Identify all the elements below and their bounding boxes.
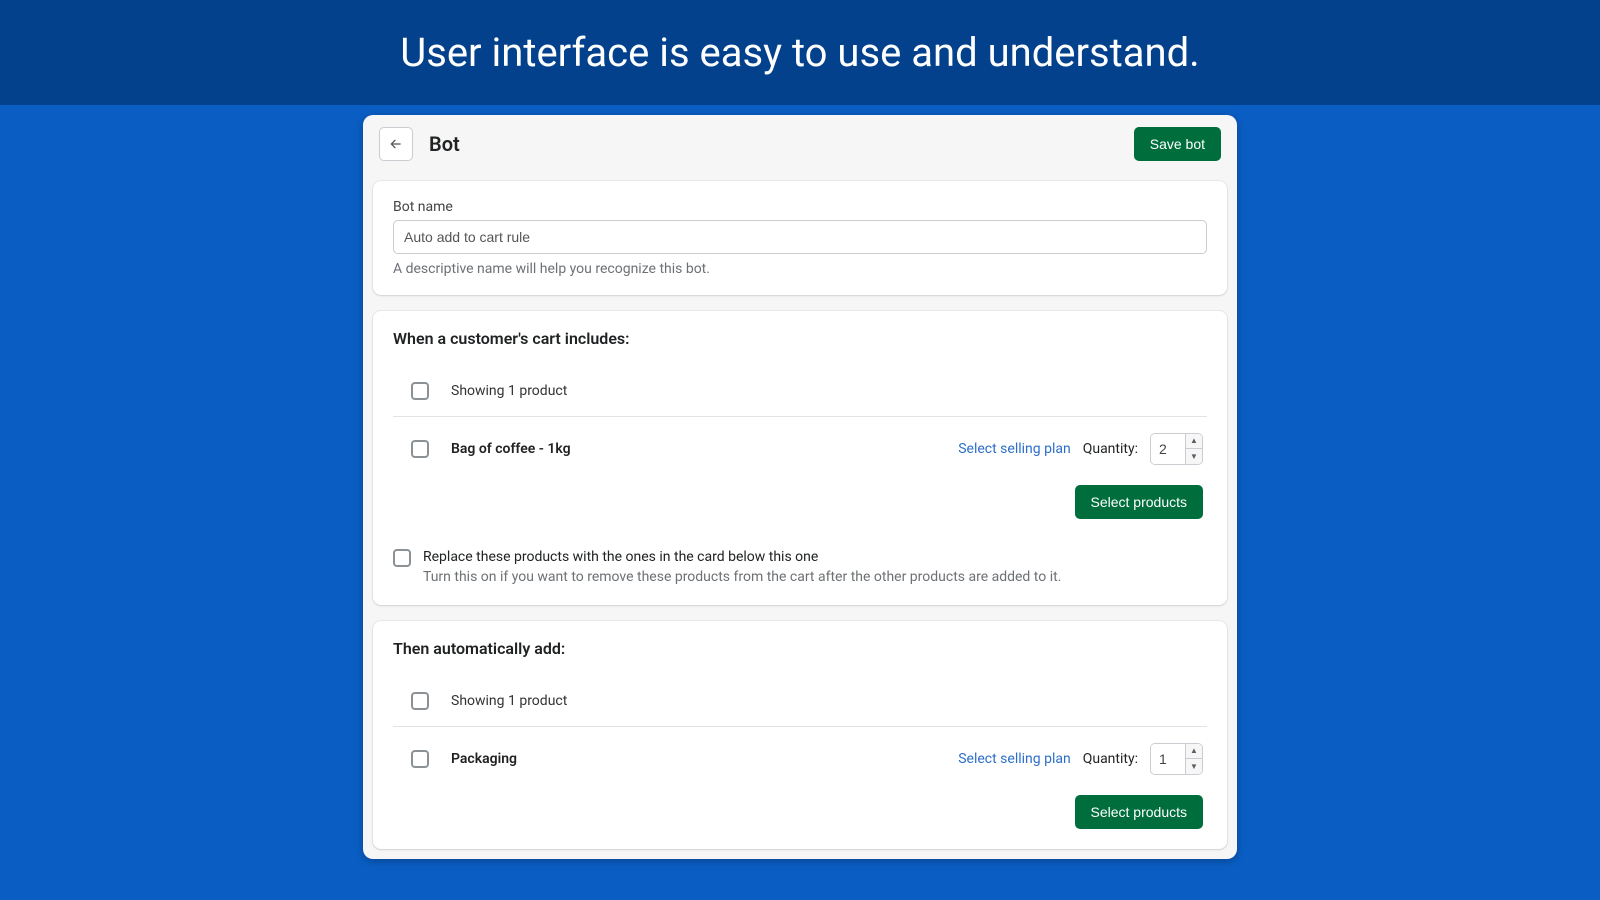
conditions-title: When a customer's cart includes: (393, 329, 1207, 348)
action-product-checkbox[interactable] (411, 750, 429, 768)
actions-summary: Showing 1 product (451, 693, 567, 709)
select-selling-plan-link[interactable]: Select selling plan (958, 441, 1071, 457)
action-quantity-stepper: ▲ ▼ (1150, 743, 1203, 775)
condition-product-row: Bag of coffee - 1kg Select selling plan … (393, 416, 1207, 481)
bot-name-label: Bot name (393, 199, 1207, 215)
quantity-down-button[interactable]: ▼ (1186, 449, 1202, 464)
select-all-checkbox[interactable] (411, 382, 429, 400)
quantity-label: Quantity: (1083, 441, 1138, 457)
replace-label: Replace these products with the ones in … (423, 549, 1061, 565)
action-quantity-down-button[interactable]: ▼ (1186, 759, 1202, 774)
replace-help: Turn this on if you want to remove these… (423, 569, 1061, 585)
promo-banner: User interface is easy to use and unders… (0, 0, 1600, 105)
product-checkbox[interactable] (411, 440, 429, 458)
select-all-actions-checkbox[interactable] (411, 692, 429, 710)
replace-option: Replace these products with the ones in … (373, 539, 1227, 605)
actions-summary-row: Showing 1 product (393, 676, 1207, 726)
arrow-left-icon (388, 136, 404, 152)
action-select-products-button[interactable]: Select products (1075, 795, 1204, 829)
actions-title: Then automatically add: (393, 639, 1207, 658)
select-products-button[interactable]: Select products (1075, 485, 1204, 519)
quantity-stepper: ▲ ▼ (1150, 433, 1203, 465)
bot-name-input[interactable] (393, 220, 1207, 254)
back-button[interactable] (379, 127, 413, 161)
action-quantity-input[interactable] (1151, 744, 1185, 774)
quantity-input[interactable] (1151, 434, 1185, 464)
page-title: Bot (429, 132, 460, 156)
action-product-name: Packaging (451, 751, 517, 767)
conditions-summary-row: Showing 1 product (393, 366, 1207, 416)
conditions-card: When a customer's cart includes: Showing… (373, 311, 1227, 605)
conditions-summary: Showing 1 product (451, 383, 567, 399)
action-select-selling-plan-link[interactable]: Select selling plan (958, 751, 1071, 767)
action-product-row: Packaging Select selling plan Quantity: … (393, 726, 1207, 791)
product-name: Bag of coffee - 1kg (451, 441, 571, 457)
quantity-up-button[interactable]: ▲ (1186, 434, 1202, 449)
bot-name-help: A descriptive name will help you recogni… (393, 261, 1207, 277)
action-quantity-up-button[interactable]: ▲ (1186, 744, 1202, 759)
action-quantity-label: Quantity: (1083, 751, 1138, 767)
banner-text: User interface is easy to use and unders… (400, 29, 1199, 76)
replace-checkbox[interactable] (393, 549, 411, 567)
actions-card: Then automatically add: Showing 1 produc… (373, 621, 1227, 849)
save-bot-button[interactable]: Save bot (1134, 127, 1221, 161)
settings-panel: Bot Save bot Bot name A descriptive name… (363, 115, 1237, 859)
bot-name-card: Bot name A descriptive name will help yo… (373, 181, 1227, 295)
panel-header: Bot Save bot (363, 115, 1237, 173)
